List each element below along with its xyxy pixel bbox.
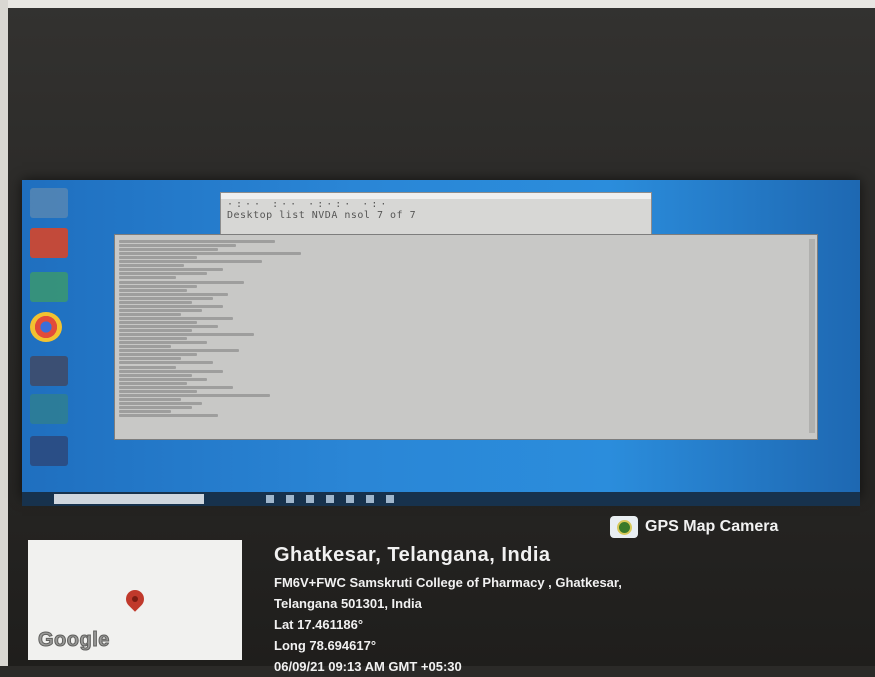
console-line-garbled: ·:·· :·· ·:·:· ·:· (227, 199, 390, 210)
gps-info: Ghatkesar, Telangana, India FM6V+FWC Sam… (274, 544, 622, 677)
taskbar-icon[interactable] (306, 495, 314, 503)
address-line-2: Telangana 501301, India (274, 596, 422, 611)
taskbar-icon[interactable] (366, 495, 374, 503)
console-text-line (119, 389, 197, 393)
console-text-line (119, 377, 208, 381)
console-text-line (119, 296, 213, 300)
desktop-icon-app-number[interactable] (30, 436, 68, 466)
console-text-line (119, 280, 244, 284)
desktop-icon-app-dark[interactable] (30, 356, 68, 386)
console-text-line (119, 397, 182, 401)
console-text-line (119, 276, 177, 280)
console-text-line (119, 320, 197, 324)
console-text-line (119, 272, 208, 276)
console-text-line (119, 252, 301, 256)
google-logo: Google (38, 629, 110, 652)
console-text-line (119, 264, 184, 268)
console-text-line (119, 401, 203, 405)
console-text-line (119, 304, 223, 308)
console-text-line (119, 365, 177, 369)
gps-brand: GPS Map Camera (610, 516, 778, 538)
map-thumbnail: Google (28, 540, 242, 660)
console-text-line (119, 337, 187, 341)
taskbar-icon[interactable] (266, 495, 274, 503)
console-scrollbar[interactable] (809, 239, 815, 433)
console-text-line (119, 268, 223, 272)
taskbar-icon[interactable] (386, 495, 394, 503)
datetime: 06/09/21 09:13 AM GMT +05:30 (274, 659, 462, 674)
console-text-line (119, 325, 218, 329)
console-text-line (119, 284, 197, 288)
camera-icon (610, 516, 638, 538)
console-text-line (119, 292, 229, 296)
console-text-line (119, 357, 182, 361)
photo-edge-top (0, 0, 875, 8)
console-text-line (119, 353, 197, 357)
taskbar (22, 492, 860, 506)
taskbar-icon[interactable] (286, 495, 294, 503)
taskbar-search-box[interactable] (54, 494, 204, 504)
console-text-line (119, 260, 262, 264)
taskbar-icon[interactable] (326, 495, 334, 503)
map-pin-icon (122, 586, 148, 612)
console-window-front[interactable] (114, 234, 818, 440)
console-text-line (119, 414, 218, 418)
console-text-area (119, 239, 379, 433)
console-text-line (119, 316, 234, 320)
console-text-line (119, 312, 182, 316)
console-text-line (119, 393, 270, 397)
console-window-back[interactable]: ·:·· :·· ·:·:· ·:· Desktop list NVDA nso… (220, 192, 652, 238)
console-text-line (119, 333, 255, 337)
longitude: Long 78.694617° (274, 638, 377, 653)
console-text-line (119, 240, 275, 244)
desktop-icon-chrome[interactable] (30, 312, 62, 342)
console-text-line (119, 308, 203, 312)
console-text-line (119, 381, 187, 385)
console-text-line (119, 349, 239, 353)
console-text-line (119, 361, 213, 365)
console-text-line (119, 405, 192, 409)
desktop-icon-recycle-bin[interactable] (30, 188, 68, 218)
address-line-1: FM6V+FWC Samskruti College of Pharmacy ,… (274, 575, 622, 590)
console-text-line (119, 256, 197, 260)
photo-edge-left (0, 0, 8, 666)
gps-brand-label: GPS Map Camera (645, 518, 779, 535)
console-text-line (119, 288, 187, 292)
console-text-line (119, 373, 192, 377)
console-line: Desktop list NVDA nsol 7 of 7 (227, 210, 417, 221)
console-text-line (119, 329, 192, 333)
desktop-icon-app-red[interactable] (30, 228, 68, 258)
console-text-line (119, 385, 234, 389)
location-title: Ghatkesar, Telangana, India (274, 544, 551, 566)
console-text-line (119, 244, 236, 248)
console-text-line (119, 410, 171, 414)
console-text-line (119, 341, 208, 345)
console-text-line (119, 345, 171, 349)
console-text-line (119, 248, 218, 252)
taskbar-icon[interactable] (346, 495, 354, 503)
latitude: Lat 17.461186° (274, 617, 364, 632)
console-text-line (119, 369, 223, 373)
desktop-icon-app-teal[interactable] (30, 394, 68, 424)
console-text-line (119, 300, 192, 304)
desktop-icon-app-green[interactable] (30, 272, 68, 302)
